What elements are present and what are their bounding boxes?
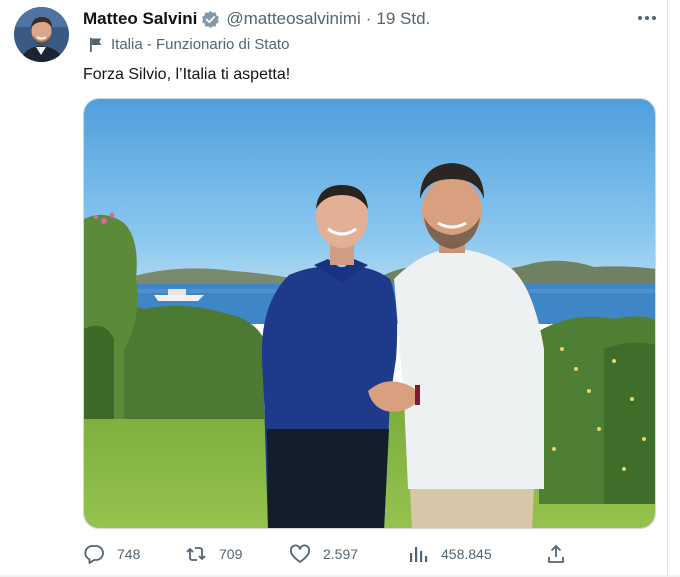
reply-button[interactable]: 748 — [83, 542, 140, 566]
flag-icon — [89, 37, 103, 53]
right-divider — [667, 0, 668, 577]
retweet-count: 709 — [219, 546, 243, 562]
like-button[interactable]: 2.597 — [289, 542, 358, 566]
heart-icon — [289, 543, 311, 565]
author-name[interactable]: Matteo Salvini — [83, 9, 197, 29]
views-button[interactable]: 458.845 — [407, 542, 492, 566]
verified-badge-icon[interactable] — [201, 10, 220, 29]
tweet-header: Matteo Salvini @matteosalvinimi · 19 Std… — [83, 9, 430, 29]
author-handle[interactable]: @matteosalvinimi — [226, 9, 360, 29]
like-count: 2.597 — [323, 546, 359, 562]
share-icon — [545, 543, 567, 565]
retweet-button[interactable]: 709 — [185, 542, 242, 566]
view-count: 458.845 — [441, 546, 492, 562]
tweet-text: Forza Silvio, l’Italia ti aspetta! — [83, 66, 291, 83]
reply-icon — [83, 543, 105, 565]
timestamp[interactable]: 19 Std. — [376, 9, 430, 29]
reply-count: 748 — [117, 546, 141, 562]
analytics-icon — [407, 543, 429, 565]
separator-dot: · — [365, 9, 372, 28]
tweet-photo[interactable] — [83, 98, 656, 529]
affiliation-text: Italia - Funzionario di Stato — [111, 36, 290, 53]
action-bar: 748 709 2.597 458.845 — [83, 542, 583, 566]
retweet-icon — [185, 543, 207, 565]
more-horizontal-icon[interactable] — [636, 8, 658, 28]
avatar[interactable] — [14, 7, 69, 62]
affiliation-label[interactable]: Italia - Funzionario di Stato — [89, 36, 289, 53]
share-button[interactable] — [545, 542, 567, 566]
